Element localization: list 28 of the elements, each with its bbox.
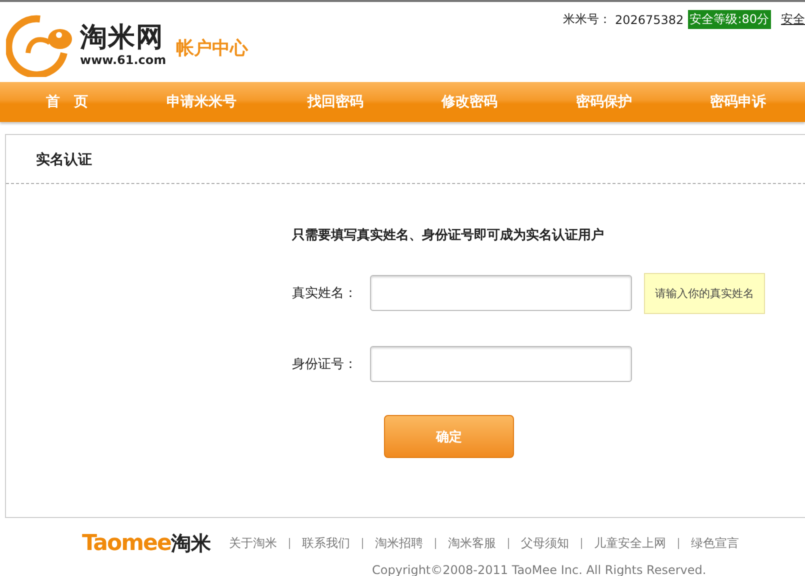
nav-tab[interactable]: 修改密码 <box>402 82 537 122</box>
account-number: 202675382 <box>614 12 684 26</box>
footer-link[interactable]: 联系我们 <box>302 535 350 552</box>
nav-tab[interactable]: 首 页 <box>0 82 134 122</box>
footer-link[interactable]: 父母须知 <box>520 535 569 552</box>
nav-tab[interactable]: 密码申诉 <box>670 82 805 122</box>
brand-logo-name: 淘米 <box>170 530 211 557</box>
panel-title: 实名认证 <box>6 135 805 184</box>
field-label: 真实姓名： <box>292 285 358 302</box>
field-label: 身份证号： <box>292 356 358 373</box>
nav-tab[interactable]: 找回密码 <box>268 82 403 122</box>
brand-logo-latin: Taomee <box>82 531 171 556</box>
account-label: 米米号： <box>562 11 611 28</box>
section-title: 帐户中心 <box>176 37 248 61</box>
footer-link[interactable]: 绿色宣言 <box>690 535 739 552</box>
footer-link[interactable]: 淘米客服 <box>448 535 496 552</box>
intro-text: 只需要填写真实姓名、身份证号即可成为实名认证用户 <box>292 226 605 244</box>
input-field[interactable] <box>370 275 632 311</box>
logo-url: www.61.com <box>80 53 166 67</box>
input-field[interactable] <box>370 346 632 382</box>
footer-link[interactable]: 关于淘米 <box>228 535 277 552</box>
footer-link[interactable]: 淘米招聘 <box>374 535 423 552</box>
security-level-badge: 安全等级:80分 <box>688 10 771 29</box>
footer-link[interactable]: 儿童安全上网 <box>594 535 666 552</box>
hint-tooltip: 请输入你的真实姓名 <box>644 272 765 314</box>
logo-name: 淘米网 <box>80 23 164 53</box>
security-link[interactable]: 安全 <box>781 11 805 28</box>
nav-tab[interactable]: 密码保护 <box>536 82 671 122</box>
